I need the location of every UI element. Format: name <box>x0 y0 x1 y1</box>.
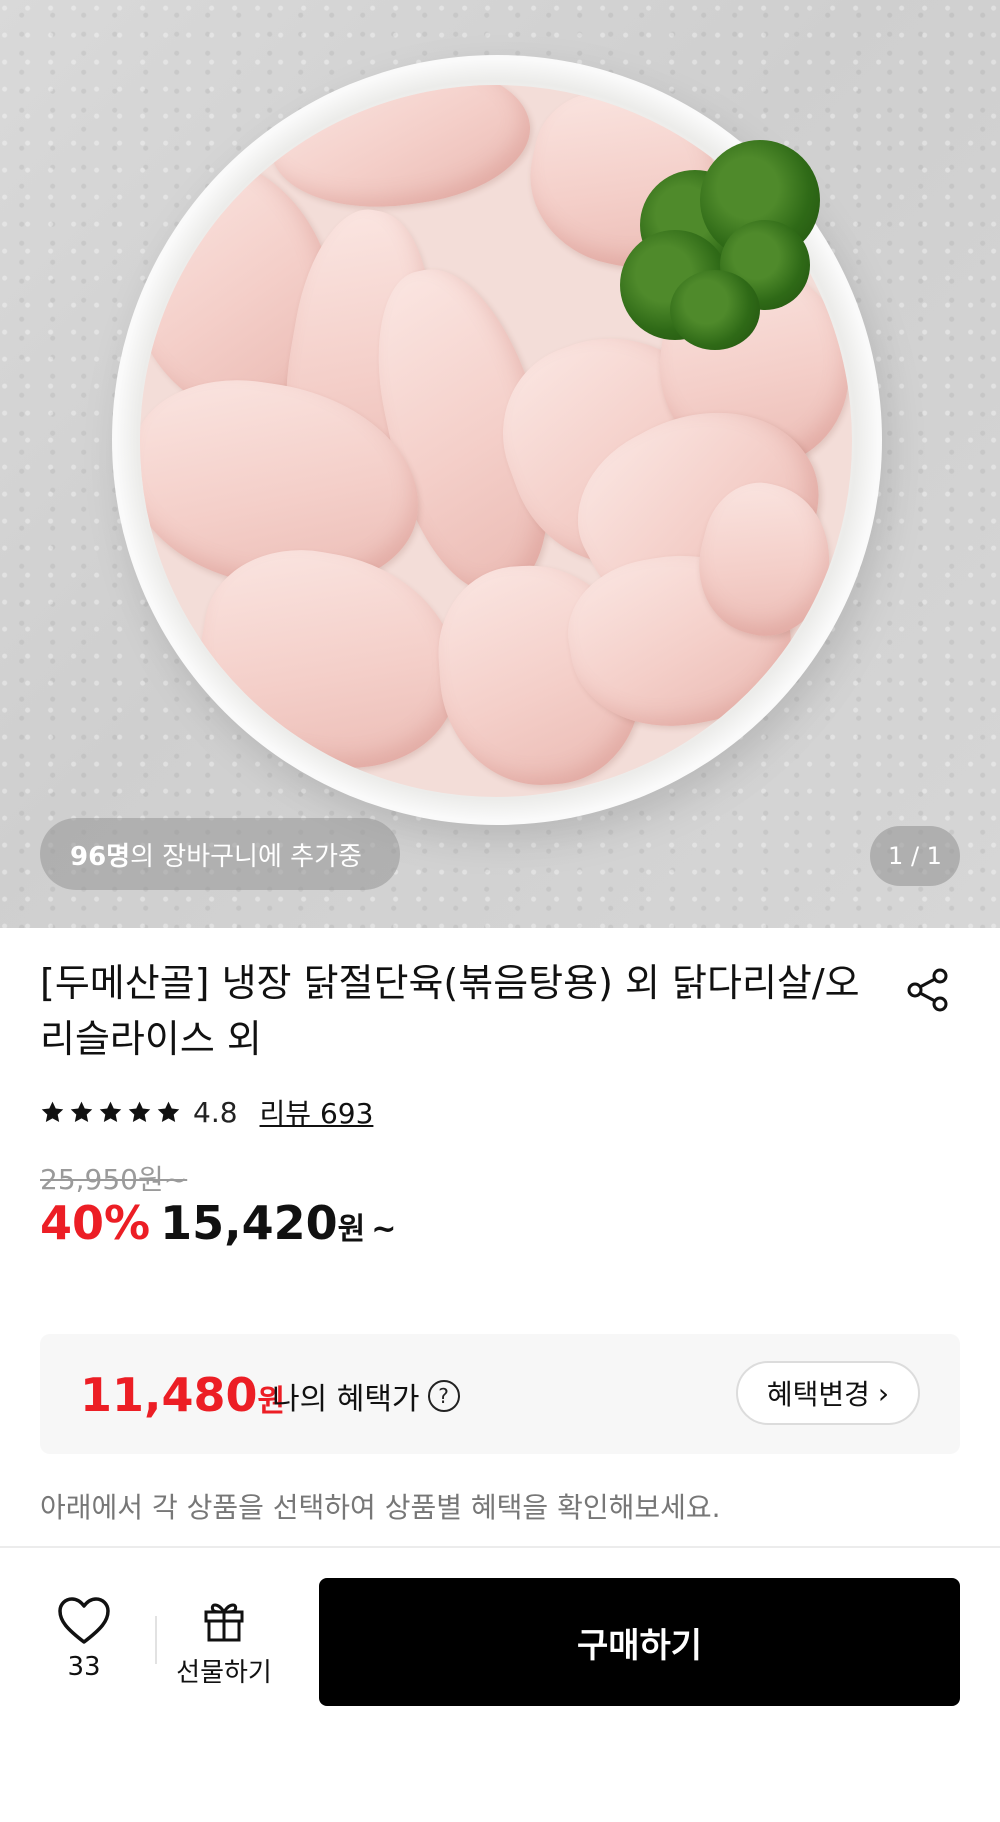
divider <box>0 1546 1000 1548</box>
star-icon <box>70 1101 93 1122</box>
heart-icon <box>58 1597 110 1644</box>
discount-rate: 40% <box>40 1196 151 1250</box>
star-rating <box>40 1100 181 1125</box>
like-button[interactable]: 33 <box>44 1596 124 1696</box>
share-icon <box>907 968 948 1012</box>
sale-price-tilde: ~ <box>371 1212 397 1247</box>
benefit-label: 나의 혜택가 ? <box>272 1374 460 1418</box>
benefit-price-value: 11,480 <box>80 1368 258 1422</box>
sale-price: 15,420 <box>160 1196 338 1250</box>
benefit-price: 11,480 원 <box>80 1368 285 1422</box>
change-benefit-label: 혜택변경 <box>766 1378 870 1411</box>
image-counter: 1 / 1 <box>870 826 960 886</box>
star-icon <box>157 1101 180 1122</box>
original-price: 25,950원~ <box>40 1163 188 1196</box>
help-icon[interactable]: ? <box>427 1380 460 1412</box>
rating-value: 4.8 <box>193 1095 238 1129</box>
basket-count: 96명 <box>70 841 131 872</box>
review-link[interactable]: 리뷰 693 <box>260 1092 374 1132</box>
star-icon <box>41 1101 64 1122</box>
price-row: 40% 15,420 원 ~ <box>40 1196 396 1256</box>
share-button[interactable] <box>900 962 956 1018</box>
star-icon <box>128 1101 151 1122</box>
sale-price-unit: 원 <box>337 1212 366 1247</box>
vertical-divider <box>155 1616 157 1664</box>
benefit-box: 11,480 원 나의 혜택가 ? 혜택변경 › <box>40 1334 960 1454</box>
basket-count-suffix: 의 장바구니에 추가중 <box>130 841 362 872</box>
product-title: [두메산골] 냉장 닭절단육(볶음탕용) 외 닭다리살/오리슬라이스 외 <box>40 961 860 1061</box>
like-count: 33 <box>67 1652 101 1682</box>
star-icon <box>99 1101 122 1122</box>
change-benefit-button[interactable]: 혜택변경 › <box>736 1361 920 1425</box>
rating-row: 4.8 리뷰 693 <box>40 1092 373 1132</box>
helper-text: 아래에서 각 상품을 선택하여 상품별 혜택을 확인해보세요. <box>40 1491 721 1524</box>
gift-button[interactable]: 선물하기 <box>168 1598 280 1698</box>
chevron-right-icon: › <box>877 1376 890 1410</box>
buy-button[interactable]: 구매하기 <box>319 1578 960 1706</box>
benefit-label-text: 나의 혜택가 <box>272 1382 420 1417</box>
gift-icon <box>204 1603 244 1642</box>
product-image[interactable]: 96명 의 장바구니에 추가중 1 / 1 <box>0 0 1000 928</box>
basket-count-badge: 96명 의 장바구니에 추가중 <box>40 818 400 890</box>
gift-label: 선물하기 <box>176 1658 272 1688</box>
